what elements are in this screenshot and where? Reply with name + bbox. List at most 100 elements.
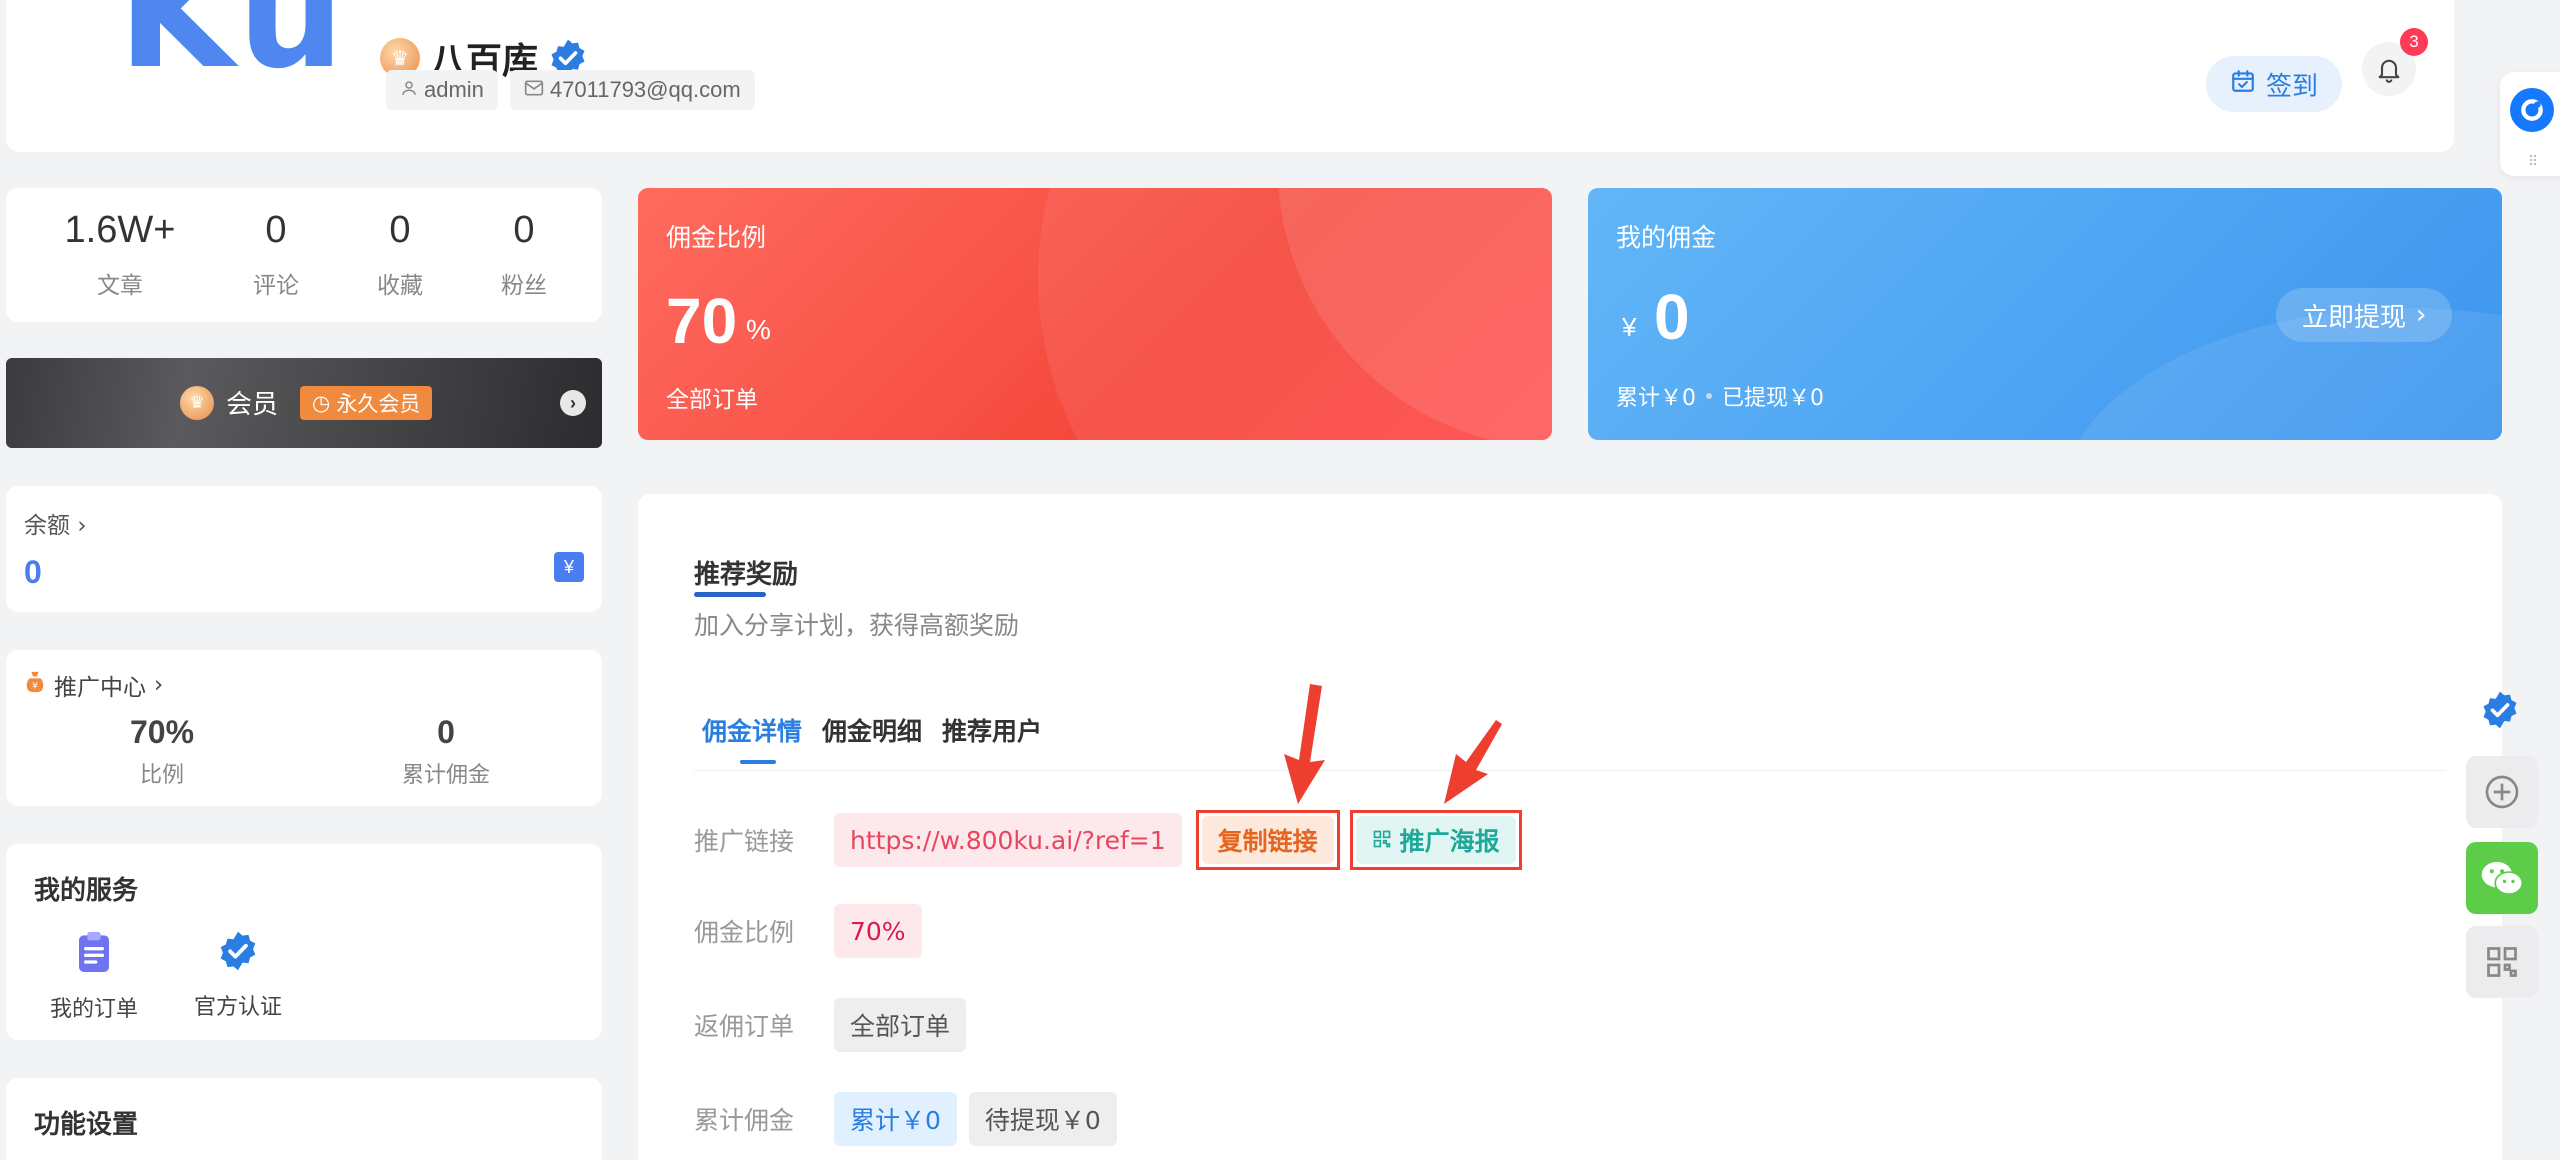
- function-settings-card: 功能设置: [6, 1078, 602, 1160]
- promo-total-value: 0: [437, 714, 455, 750]
- ratio-card-footer: 全部订单: [666, 387, 758, 413]
- row-label: 累计佣金: [694, 1106, 795, 1135]
- vip-badge: ◷ 永久会员: [300, 385, 433, 420]
- ratio-card-title: 佣金比例: [666, 223, 767, 252]
- my-services-card: 我的服务 我的订单 官方认证: [6, 844, 602, 1040]
- email-tag: 47011793@qq.com: [509, 70, 755, 110]
- balance-card[interactable]: 余额 › 0 ¥: [6, 486, 602, 612]
- verified-icon: [2483, 691, 2517, 729]
- copy-link-highlight: 复制链接: [1195, 810, 1340, 870]
- stat-value: 1.6W+: [64, 209, 176, 251]
- clock-icon: ◷: [312, 390, 331, 415]
- promo-ratio-label: 比例: [139, 763, 184, 788]
- total-commission-row: 累计佣金 累计￥0 待提现￥0: [694, 1092, 1117, 1146]
- poster-highlight: 推广海报: [1349, 810, 1522, 870]
- currency-symbol: ¥: [1622, 312, 1637, 342]
- stat-comments[interactable]: 0 评论: [226, 209, 326, 300]
- chevron-right-icon: ›: [154, 672, 164, 698]
- stat-label: 粉丝: [501, 272, 547, 299]
- user-icon: [400, 77, 418, 103]
- tab-referred-users[interactable]: 推荐用户: [942, 712, 1042, 748]
- site-logo: Ku: [118, 0, 351, 102]
- title-underline: [694, 592, 766, 597]
- row-label: 佣金比例: [694, 918, 795, 947]
- chevron-right-icon[interactable]: ›: [560, 390, 586, 416]
- chevron-right-icon: ›: [2416, 300, 2427, 330]
- stat-articles[interactable]: 1.6W+ 文章: [60, 209, 180, 300]
- stat-value: 0: [389, 209, 411, 251]
- vip-content: ♛ 会员 ◷ 永久会员: [180, 384, 433, 421]
- ratio-card-unit: %: [746, 314, 771, 345]
- wechat-button[interactable]: [2466, 842, 2538, 914]
- withdraw-label: 立即提现: [2302, 302, 2407, 333]
- vip-banner[interactable]: ♛ 会员 ◷ 永久会员 ›: [6, 358, 602, 448]
- commission-ratio-row: 佣金比例 70%: [694, 904, 922, 958]
- profile-header: Ku ♛ 八百库 admin 47011793@qq.com: [6, 0, 2454, 152]
- promo-ratio: 70% 比例: [102, 714, 222, 789]
- stat-followers[interactable]: 0 粉丝: [474, 209, 574, 300]
- tabs-divider: [694, 770, 2446, 771]
- services-title: 我的服务: [34, 876, 139, 906]
- svg-text:¥: ¥: [32, 680, 38, 691]
- panel-subtitle: 加入分享计划，获得高额奖励: [694, 611, 1020, 640]
- panel-title: 推荐奖励: [694, 560, 799, 590]
- assistant-logo-icon[interactable]: [2510, 88, 2554, 132]
- qrcode-button[interactable]: [2466, 926, 2538, 998]
- promo-center-card[interactable]: ¥ 推广中心 › 70% 比例 0 累计佣金: [6, 650, 602, 806]
- calendar-check-icon: [2230, 68, 2256, 101]
- stat-label: 文章: [97, 272, 143, 299]
- commission-withdrawn: 已提现￥0: [1722, 386, 1824, 411]
- promo-poster-button[interactable]: 推广海报: [1355, 816, 1516, 864]
- stat-value: 0: [513, 209, 535, 251]
- row-label: 推广链接: [694, 827, 795, 856]
- promo-total-label: 累计佣金: [401, 763, 490, 788]
- tab-commission-details[interactable]: 佣金详情: [702, 712, 802, 764]
- signin-label: 签到: [2266, 71, 2319, 102]
- orders-pill: 全部订单: [834, 998, 967, 1052]
- referral-link-row: 推广链接 https://w.800ku.ai/?ref=1 复制链接 推广海报: [694, 810, 1522, 870]
- commission-card-title: 我的佣金: [1616, 223, 1717, 252]
- service-official-verify[interactable]: 官方认证: [178, 930, 298, 1021]
- balance-label-text: 余额: [24, 513, 70, 539]
- qrcode-icon: [1372, 826, 1392, 855]
- promo-center-label: 推广中心: [54, 675, 146, 701]
- poster-label: 推广海报: [1399, 827, 1500, 856]
- balance-value: 0: [24, 554, 42, 590]
- notification-badge: 3: [2400, 28, 2428, 56]
- signin-button[interactable]: 签到: [2206, 56, 2343, 112]
- promo-center-header[interactable]: ¥ 推广中心 ›: [24, 668, 163, 702]
- my-commission-card: 我的佣金 ¥ 0 累计￥0 已提现￥0 立即提现 ›: [1588, 188, 2502, 440]
- promo-ratio-value: 70%: [129, 714, 195, 750]
- referral-link[interactable]: https://w.800ku.ai/?ref=1: [834, 813, 1182, 867]
- qrcode-icon: [2487, 947, 2517, 977]
- commission-ratio-card: 佣金比例 70 % 全部订单: [638, 188, 1552, 440]
- annotation-arrow: [1444, 720, 1502, 804]
- mail-icon: [524, 77, 544, 103]
- stat-value: 0: [265, 209, 287, 251]
- add-button[interactable]: [2466, 756, 2538, 828]
- rebate-orders-row: 返佣订单 全部订单: [694, 998, 967, 1052]
- copy-link-button[interactable]: 复制链接: [1201, 816, 1334, 864]
- stat-label: 评论: [253, 272, 299, 299]
- withdraw-button[interactable]: 立即提现 ›: [2276, 288, 2453, 342]
- stat-favorites[interactable]: 0 收藏: [350, 209, 450, 300]
- verified-icon: [220, 931, 256, 971]
- tab-commission-records[interactable]: 佣金明细: [822, 712, 922, 748]
- bell-icon: [2378, 59, 2400, 83]
- user-tags: admin 47011793@qq.com: [386, 70, 755, 110]
- commission-summary: 累计￥0 已提现￥0: [1616, 380, 1824, 412]
- pending-pill: 待提现￥0: [968, 1092, 1117, 1146]
- service-label: 官方认证: [193, 995, 282, 1020]
- ratio-pill: 70%: [834, 904, 922, 958]
- chevron-right-icon: ›: [77, 513, 87, 539]
- plus-circle-icon: [2485, 775, 2519, 809]
- commission-tabs: 佣金详情 佣金明细 推荐用户: [702, 712, 1042, 764]
- drag-handle-icon[interactable]: ⠿: [2528, 154, 2538, 168]
- crown-icon: ♛: [180, 385, 214, 420]
- referral-reward-panel: 推荐奖励 加入分享计划，获得高额奖励 佣金详情 佣金明细 推荐用户 推广链接 h…: [638, 494, 2502, 1160]
- user-tag-text: admin: [424, 77, 484, 102]
- service-my-orders[interactable]: 我的订单: [34, 930, 154, 1023]
- stat-label: 收藏: [377, 272, 423, 299]
- vip-label: 会员: [226, 390, 279, 420]
- clipboard-icon: [79, 932, 109, 972]
